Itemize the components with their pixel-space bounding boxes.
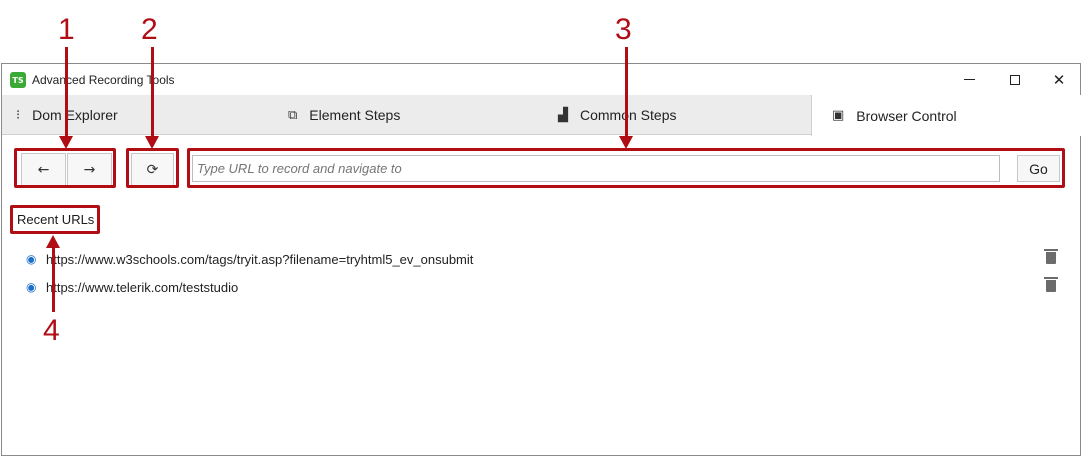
trash-icon[interactable] xyxy=(1044,277,1058,292)
maximize-button[interactable] xyxy=(992,64,1038,95)
refresh-icon: ⟳ xyxy=(146,161,159,178)
recent-url-item[interactable]: ◉ https://www.telerik.com/teststudio xyxy=(26,277,1066,297)
annotation-arrow-4 xyxy=(52,246,55,312)
recent-url-item[interactable]: ◉ https://www.w3schools.com/tags/tryit.a… xyxy=(26,249,1066,269)
go-button[interactable]: Go xyxy=(1017,155,1060,182)
tree-icon: ⁝ xyxy=(16,107,21,123)
arrow-right-icon: → xyxy=(83,161,96,178)
annotation-arrow-2 xyxy=(151,47,154,139)
tab-browser-control[interactable]: ▣ Browser Control xyxy=(811,95,1081,136)
recent-url-text: https://www.telerik.com/teststudio xyxy=(46,279,239,295)
url-input[interactable] xyxy=(192,155,1000,182)
tab-common-steps[interactable]: ▟ Common Steps xyxy=(558,95,676,135)
tab-label: Element Steps xyxy=(309,107,401,123)
minimize-icon xyxy=(963,79,975,80)
tab-label: Browser Control xyxy=(856,107,957,124)
element-steps-icon: ⧉ xyxy=(288,107,298,123)
browser-icon: ▣ xyxy=(832,108,845,123)
tab-element-steps[interactable]: ⧉ Element Steps xyxy=(288,95,400,135)
globe-page-icon: ◉ xyxy=(26,280,37,294)
annotation-number-3: 3 xyxy=(615,13,632,46)
recent-url-text: https://www.w3schools.com/tags/tryit.asp… xyxy=(46,251,474,267)
close-icon: ✕ xyxy=(1052,71,1066,89)
arrow-left-icon: ← xyxy=(37,161,50,178)
annotation-arrow-3 xyxy=(625,47,628,139)
annotation-arrowhead-1 xyxy=(59,136,73,149)
minimize-button[interactable] xyxy=(946,64,992,95)
trash-icon[interactable] xyxy=(1044,249,1058,264)
tab-label: Dom Explorer xyxy=(32,107,118,123)
tab-strip: ⁝ Dom Explorer ⧉ Element Steps ▟ Common … xyxy=(2,95,1081,136)
annotation-arrowhead-3 xyxy=(619,136,633,149)
back-button[interactable]: ← xyxy=(21,153,66,186)
forward-button[interactable]: → xyxy=(67,153,112,186)
globe-page-icon: ◉ xyxy=(26,252,37,266)
close-button[interactable]: ✕ xyxy=(1036,64,1082,95)
steps-icon: ▟ xyxy=(558,107,568,123)
annotation-number-2: 2 xyxy=(141,13,158,46)
annotation-arrowhead-2 xyxy=(145,136,159,149)
maximize-icon xyxy=(1010,74,1020,85)
tab-label: Common Steps xyxy=(580,107,677,123)
annotation-arrow-1 xyxy=(65,47,68,139)
recent-urls-label: Recent URLs xyxy=(17,212,95,227)
app-logo-icon: TS xyxy=(10,72,26,88)
annotation-number-1: 1 xyxy=(58,13,75,46)
refresh-button[interactable]: ⟳ xyxy=(131,153,174,186)
title-bar: TS Advanced Recording Tools ✕ xyxy=(2,64,1080,95)
annotation-number-4: 4 xyxy=(43,314,60,347)
